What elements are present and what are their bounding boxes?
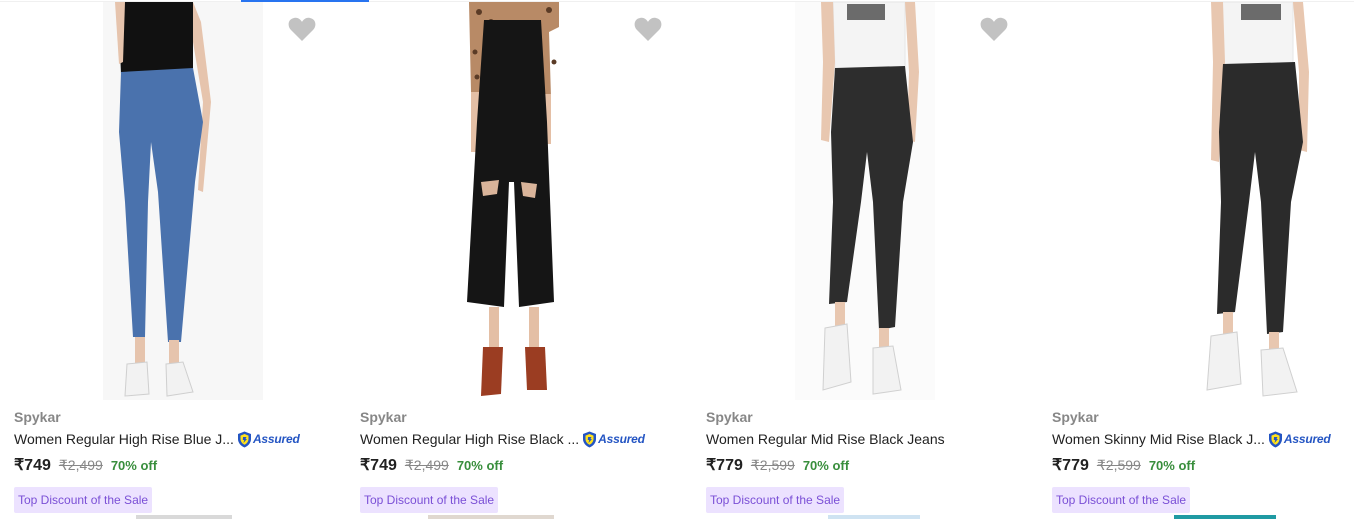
product-card[interactable]: Spykar Women Regular Mid Rise Black Jean… — [692, 0, 1038, 519]
product-info: Spykar Women Regular High Rise Blue J...… — [14, 408, 334, 513]
assured-label: Assured — [598, 432, 645, 446]
selling-price: ₹749 — [14, 457, 51, 474]
product-image[interactable] — [0, 2, 346, 400]
heart-icon — [288, 17, 316, 41]
product-brand: Spykar — [1052, 409, 1099, 425]
product-title[interactable]: Women Skinny Mid Rise Black J... — [1052, 429, 1265, 449]
offer-tag: Top Discount of the Sale — [360, 487, 499, 513]
heart-icon — [634, 17, 662, 41]
heart-icon — [980, 17, 1008, 41]
original-price: ₹2,499 — [404, 457, 449, 473]
discount-percent: 70% off — [456, 458, 504, 473]
original-price: ₹2,499 — [58, 457, 103, 473]
discount-percent: 70% off — [110, 458, 158, 473]
product-card[interactable]: Spykar Women Regular High Rise Blue J...… — [0, 0, 346, 519]
selling-price: ₹779 — [1052, 457, 1089, 474]
assured-label: Assured — [252, 432, 300, 446]
next-row-image-peek — [428, 515, 554, 519]
wishlist-button[interactable] — [288, 16, 316, 42]
product-info: Spykar Women Regular High Rise Black ...… — [360, 408, 680, 513]
offer-tag: Top Discount of the Sale — [1052, 487, 1191, 513]
product-title[interactable]: Women Regular Mid Rise Black Jeans — [706, 429, 945, 449]
assured-shield-icon — [583, 431, 597, 447]
assured-label: Assured — [1283, 432, 1331, 446]
product-brand: Spykar — [360, 409, 407, 425]
assured-badge: Assured — [582, 430, 645, 448]
next-row-image-peek — [828, 515, 920, 519]
selling-price: ₹779 — [706, 457, 743, 474]
product-title[interactable]: Women Regular High Rise Black ... — [360, 429, 579, 449]
discount-percent: 70% off — [1148, 458, 1196, 473]
product-info: Spykar Women Skinny Mid Rise Black J... … — [1052, 408, 1354, 513]
wishlist-button[interactable] — [634, 16, 662, 42]
product-image[interactable] — [692, 2, 1038, 400]
offer-tag: Top Discount of the Sale — [14, 487, 153, 513]
product-grid: Spykar Women Regular High Rise Blue J...… — [0, 0, 1354, 519]
product-card[interactable]: Spykar Women Skinny Mid Rise Black J... … — [1038, 0, 1354, 519]
product-brand: Spykar — [14, 409, 61, 425]
original-price: ₹2,599 — [1096, 457, 1141, 473]
wishlist-button[interactable] — [980, 16, 1008, 42]
product-card[interactable]: Spykar Women Regular High Rise Black ...… — [346, 0, 692, 519]
assured-badge: Assured — [237, 430, 300, 448]
assured-badge: Assured — [1268, 430, 1331, 448]
product-title[interactable]: Women Regular High Rise Blue J... — [14, 429, 234, 449]
selling-price: ₹749 — [360, 457, 397, 474]
product-brand: Spykar — [706, 409, 753, 425]
assured-shield-icon — [237, 431, 251, 447]
product-image[interactable] — [346, 2, 692, 400]
product-image[interactable] — [1038, 2, 1354, 400]
assured-shield-icon — [1268, 431, 1282, 447]
offer-tag: Top Discount of the Sale — [706, 487, 845, 513]
product-info: Spykar Women Regular Mid Rise Black Jean… — [706, 408, 1026, 513]
next-row-image-peek — [136, 515, 232, 519]
original-price: ₹2,599 — [750, 457, 795, 473]
next-row-image-peek — [1174, 515, 1276, 519]
discount-percent: 70% off — [802, 458, 850, 473]
